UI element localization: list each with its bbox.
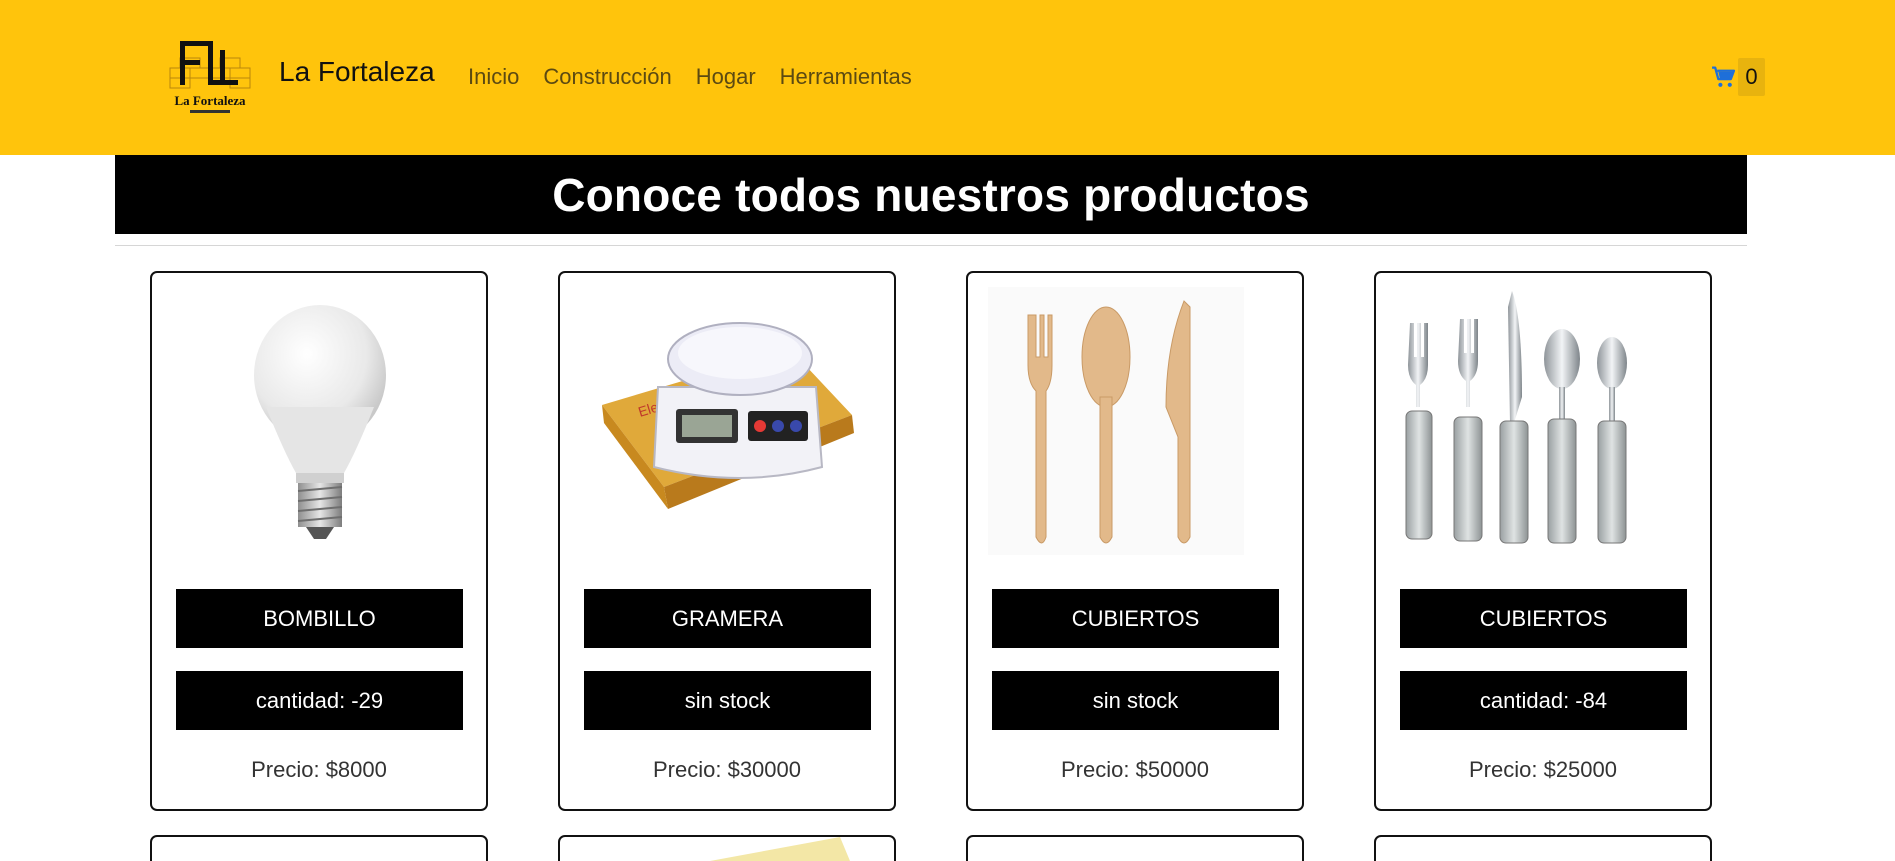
product-card[interactable]: CUBIERTOS sin stock Precio: $50000 [966,271,1304,811]
scale-image: Electronic [602,322,854,509]
nav-link-construccion[interactable]: Construcción [543,64,671,90]
product-image [710,837,850,861]
product-card[interactable] [150,835,488,861]
page-title: Conoce todos nuestros productos [552,168,1310,221]
product-card[interactable] [1374,835,1712,861]
product-stock: sin stock [584,671,871,730]
cart-count: 0 [1738,58,1765,96]
product-card[interactable] [966,835,1304,861]
product-price: Precio: $50000 [1061,757,1209,782]
divider [115,245,1747,246]
brand-logo[interactable]: La Fortaleza [168,38,252,118]
nav-link-herramientas[interactable]: Herramientas [780,64,912,90]
nav-links: Inicio Construcción Hogar Herramientas [468,64,912,90]
product-stock: sin stock [992,671,1279,730]
brand-name[interactable]: La Fortaleza [279,56,435,88]
nav-link-hogar[interactable]: Hogar [696,64,756,90]
product-name: CUBIERTOS [1400,589,1687,648]
product-card[interactable]: BOMBILLO cantidad: -29 Precio: $8000 [150,271,488,811]
logo-text: La Fortaleza [174,93,246,108]
product-stock: cantidad: -84 [1400,671,1687,730]
product-card[interactable] [558,835,896,861]
product-card[interactable]: Electronic GRAMERA sin stock Precio: $30… [558,271,896,811]
cart-icon [1712,66,1736,87]
wooden-cutlery-image [988,287,1244,555]
navbar: La Fortaleza La Fortaleza Inicio Constru… [0,0,1895,155]
product-price: Precio: $30000 [653,757,801,782]
product-name: BOMBILLO [176,589,463,648]
product-stock: cantidad: -29 [176,671,463,730]
product-card[interactable]: CUBIERTOS cantidad: -84 Precio: $25000 [1374,271,1712,811]
product-name: GRAMERA [584,589,871,648]
cart-button[interactable]: 0 [1708,58,1765,96]
page-banner: Conoce todos nuestros productos [115,155,1747,234]
bulb-image [254,305,386,539]
product-price: Precio: $8000 [251,757,387,782]
nav-link-inicio[interactable]: Inicio [468,64,519,90]
product-name: CUBIERTOS [992,589,1279,648]
metal-cutlery-image [1405,291,1627,544]
product-price: Precio: $25000 [1469,757,1617,782]
